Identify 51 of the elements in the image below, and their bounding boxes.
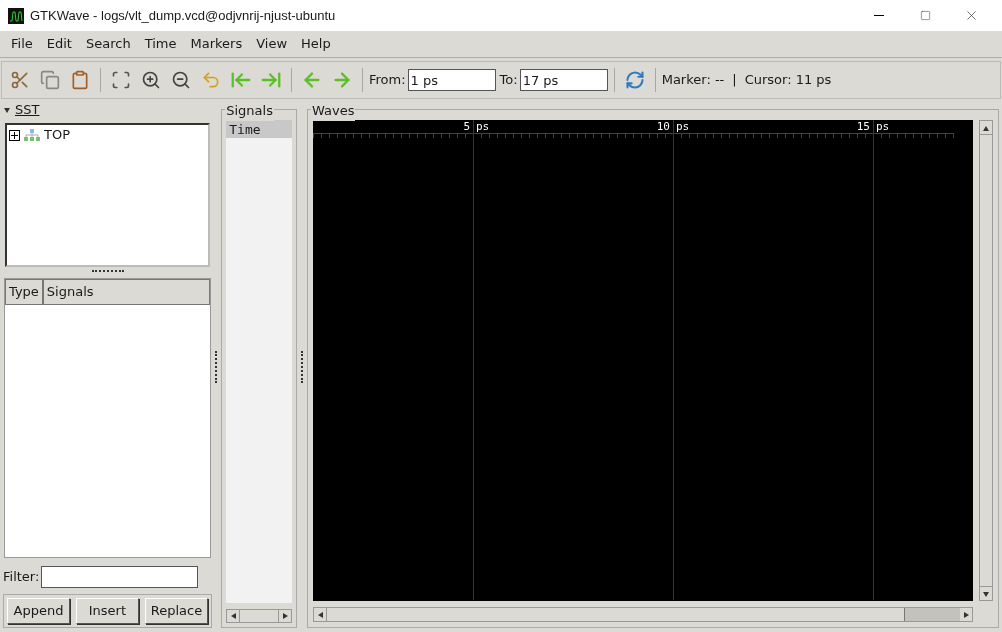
maximize-icon bbox=[919, 10, 931, 21]
scroll-left-icon bbox=[316, 610, 324, 619]
ruler-value: 10 bbox=[656, 120, 670, 133]
menu-item[interactable]: Search bbox=[78, 32, 138, 56]
ruler-value: 5 bbox=[463, 120, 470, 133]
menu-item[interactable]: Edit bbox=[39, 32, 79, 56]
marker-readout: Marker: -- bbox=[661, 71, 725, 90]
filter-field[interactable] bbox=[41, 566, 199, 588]
pane-resize-handle[interactable] bbox=[301, 350, 305, 383]
menu-item[interactable]: Help bbox=[294, 32, 338, 56]
filter-label: Filter: bbox=[3, 568, 40, 587]
sst-expander[interactable]: SST bbox=[3, 100, 40, 120]
pane-resize-handle[interactable] bbox=[215, 350, 220, 383]
horizontal-scrollbar[interactable] bbox=[226, 609, 292, 623]
wave-canvas[interactable]: 5 ps 10 ps 15 ps bbox=[313, 120, 973, 601]
to-label: To: bbox=[499, 71, 518, 90]
horizontal-scrollbar[interactable] bbox=[313, 607, 973, 622]
ruler-unit: ps bbox=[476, 120, 490, 133]
pane-resize-handle[interactable] bbox=[91, 270, 124, 275]
window-title: GTKWave - logs/vlt_dump.vcd@odjvnrij-njust-ubuntu bbox=[30, 6, 336, 25]
cursor-readout: Cursor: 11 ps bbox=[744, 71, 832, 90]
menu-item[interactable]: Markers bbox=[183, 32, 250, 56]
scroll-down-icon bbox=[982, 589, 990, 598]
ruler-value: 15 bbox=[856, 120, 870, 133]
app-logo-icon bbox=[8, 7, 24, 24]
menu-item[interactable]: Time bbox=[137, 32, 184, 56]
expand-toggle[interactable] bbox=[9, 129, 20, 141]
from-label: From: bbox=[369, 71, 406, 90]
separator-text: | bbox=[732, 71, 737, 90]
ruler-unit: ps bbox=[876, 120, 890, 133]
undo-arrow-icon bbox=[201, 70, 221, 90]
module-hierarchy-icon bbox=[24, 129, 40, 141]
minimize-icon bbox=[874, 15, 884, 16]
expander-triangle-icon bbox=[3, 106, 11, 114]
from-field[interactable]: 1 ps bbox=[407, 69, 496, 91]
menu-item[interactable]: File bbox=[4, 32, 40, 56]
scroll-thumb[interactable] bbox=[904, 608, 960, 621]
to-field[interactable]: 17 ps bbox=[519, 69, 608, 91]
scroll-right-icon bbox=[962, 610, 970, 619]
ruler-unit: ps bbox=[676, 120, 690, 133]
scroll-left-icon bbox=[229, 612, 238, 620]
menu-item[interactable]: View bbox=[249, 32, 295, 56]
vertical-scrollbar[interactable] bbox=[979, 120, 993, 601]
action-button[interactable]: Replace bbox=[144, 598, 209, 624]
tree-item-label[interactable]: TOP bbox=[44, 125, 70, 145]
scroll-right-icon bbox=[281, 612, 289, 620]
column-header[interactable]: Type bbox=[5, 279, 43, 305]
signal-row[interactable]: Time bbox=[226, 120, 292, 138]
column-header[interactable]: Signals bbox=[42, 279, 211, 305]
action-button[interactable]: Insert bbox=[75, 598, 139, 624]
action-button[interactable]: Append bbox=[7, 598, 70, 624]
